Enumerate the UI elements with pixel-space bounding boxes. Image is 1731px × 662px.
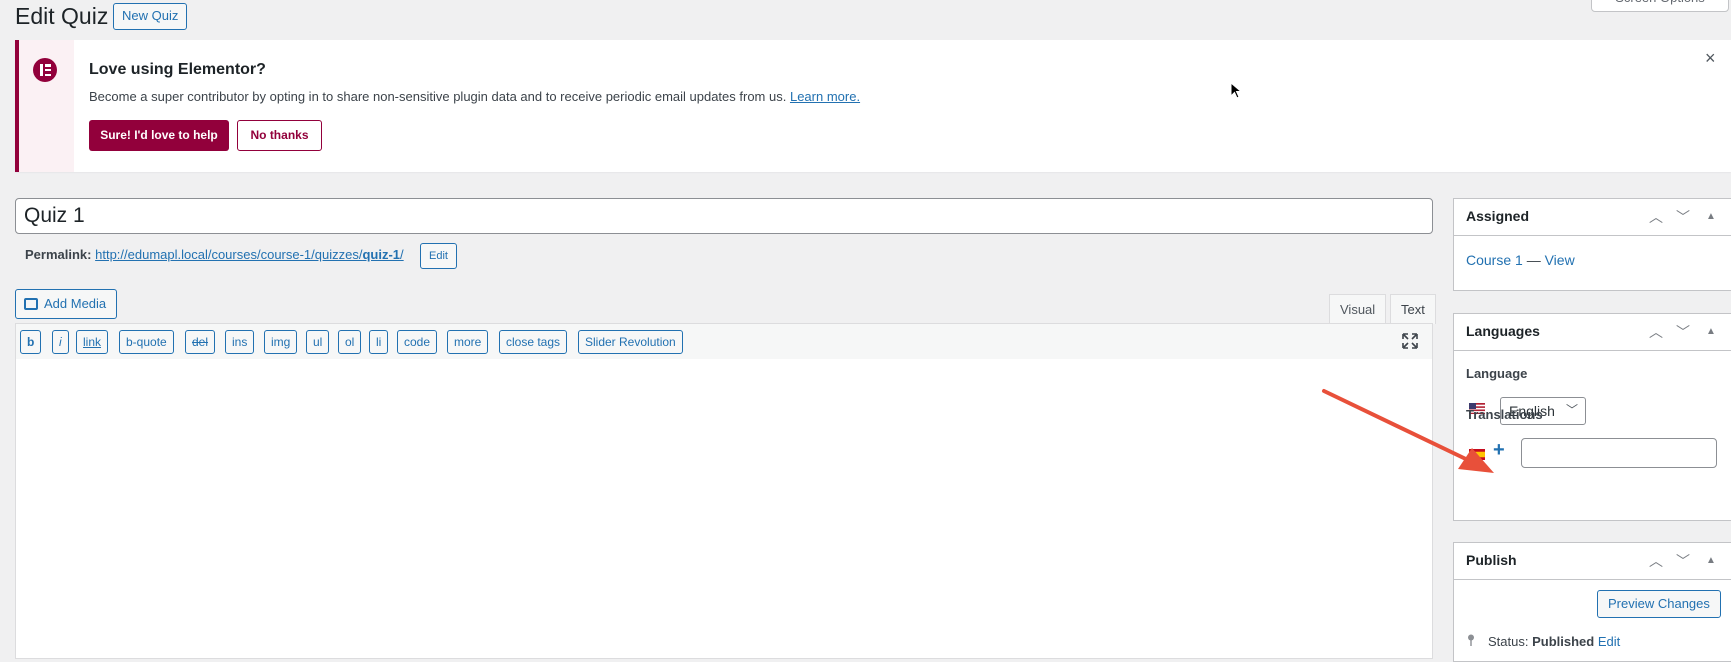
- chevron-down-icon[interactable]: ﹀: [1676, 322, 1690, 342]
- publish-title: Publish: [1466, 552, 1517, 568]
- quicktag-bold[interactable]: b: [20, 330, 42, 354]
- status-line: Status: Published Edit: [1488, 634, 1620, 649]
- preview-changes-button[interactable]: Preview Changes: [1597, 590, 1721, 618]
- permalink-label: Permalink:: [25, 247, 92, 262]
- page-title: Edit Quiz: [15, 3, 109, 29]
- elementor-notice: Love using Elementor? Become a super con…: [15, 40, 1731, 172]
- annotation-arrow-icon: [1322, 389, 1494, 473]
- learn-more-link[interactable]: Learn more.: [790, 89, 860, 104]
- chevron-up-icon[interactable]: ︿: [1649, 207, 1663, 227]
- quicktag-more[interactable]: more: [447, 330, 489, 354]
- quicktag-link[interactable]: link: [76, 330, 109, 354]
- add-media-label: Add Media: [44, 296, 107, 311]
- triangle-toggle-icon[interactable]: ▲: [1706, 555, 1716, 566]
- languages-title: Languages: [1466, 323, 1540, 339]
- fullscreen-icon[interactable]: [1402, 333, 1418, 349]
- quicktag-li[interactable]: li: [369, 330, 389, 354]
- chevron-down-icon: ﹀: [1565, 403, 1578, 417]
- post-title-input[interactable]: Quiz 1: [15, 198, 1433, 234]
- course-link[interactable]: Course 1: [1466, 252, 1523, 268]
- separator: —: [1526, 252, 1541, 268]
- quicktag-del[interactable]: del: [185, 330, 216, 354]
- assigned-header[interactable]: Assigned ︿ ﹀ ▲: [1454, 199, 1731, 236]
- status-edit-link[interactable]: Edit: [1598, 634, 1620, 649]
- quicktag-ol[interactable]: ol: [338, 330, 362, 354]
- quicktag-img[interactable]: img: [264, 330, 298, 354]
- media-icon: [24, 298, 38, 310]
- assigned-box: Assigned ︿ ﹀ ▲ Course 1 — View: [1453, 198, 1731, 291]
- status-value: Published: [1532, 634, 1595, 649]
- permalink: Permalink: http://edumapl.local/courses/…: [25, 247, 404, 262]
- chevron-down-icon[interactable]: ﹀: [1676, 207, 1690, 227]
- triangle-toggle-icon[interactable]: ▲: [1706, 326, 1716, 337]
- opt-in-button[interactable]: Sure! I'd love to help: [89, 120, 229, 151]
- no-thanks-button[interactable]: No thanks: [237, 120, 322, 151]
- quicktag-italic[interactable]: i: [52, 330, 69, 354]
- quicktag-code[interactable]: code: [397, 330, 438, 354]
- triangle-toggle-icon[interactable]: ▲: [1706, 211, 1716, 222]
- translation-input[interactable]: [1521, 438, 1717, 468]
- tab-visual[interactable]: Visual: [1329, 294, 1387, 324]
- permalink-base: http://edumapl.local/courses/course-1/qu…: [95, 247, 363, 262]
- permalink-slug: quiz-1: [362, 247, 401, 262]
- notice-message: Become a super contributor by opting in …: [89, 89, 787, 104]
- quicktag-slider-revolution[interactable]: Slider Revolution: [578, 330, 683, 354]
- add-media-button[interactable]: Add Media: [15, 289, 118, 319]
- tab-text[interactable]: Text: [1390, 294, 1436, 324]
- pin-icon: [1468, 634, 1474, 646]
- chevron-down-icon[interactable]: ﹀: [1676, 551, 1690, 571]
- quicktag-bquote[interactable]: b-quote: [119, 330, 174, 354]
- elementor-logo-icon: [33, 58, 57, 82]
- notice-text: Become a super contributor by opting in …: [89, 89, 860, 104]
- chevron-up-icon[interactable]: ︿: [1649, 551, 1663, 571]
- quicktag-ins[interactable]: ins: [225, 330, 255, 354]
- quicktag-ul[interactable]: ul: [306, 330, 330, 354]
- permalink-link[interactable]: http://edumapl.local/courses/course-1/qu…: [95, 247, 404, 262]
- chevron-up-icon[interactable]: ︿: [1649, 322, 1663, 342]
- publish-header[interactable]: Publish ︿ ﹀ ▲: [1454, 543, 1731, 580]
- status-label: Status:: [1488, 634, 1529, 649]
- view-link[interactable]: View: [1545, 252, 1575, 268]
- assigned-course: Course 1 — View: [1466, 252, 1575, 268]
- screen-options-button[interactable]: Screen Options: [1591, 0, 1729, 12]
- permalink-edit-button[interactable]: Edit: [420, 243, 457, 269]
- publish-box: Publish ︿ ﹀ ▲ Preview Changes Status: Pu…: [1453, 542, 1731, 662]
- mouse-cursor-icon: [1230, 82, 1242, 99]
- assigned-title: Assigned: [1466, 208, 1530, 224]
- notice-title: Love using Elementor?: [89, 61, 266, 78]
- notice-icon-column: [19, 40, 74, 172]
- quicktag-close-tags[interactable]: close tags: [499, 330, 568, 354]
- languages-header[interactable]: Languages ︿ ﹀ ▲: [1454, 314, 1731, 351]
- close-icon[interactable]: ×: [1705, 48, 1716, 69]
- permalink-end: /: [400, 247, 404, 262]
- editor-textarea[interactable]: [15, 359, 1433, 659]
- new-quiz-button[interactable]: New Quiz: [113, 3, 188, 30]
- language-label: Language: [1466, 366, 1528, 381]
